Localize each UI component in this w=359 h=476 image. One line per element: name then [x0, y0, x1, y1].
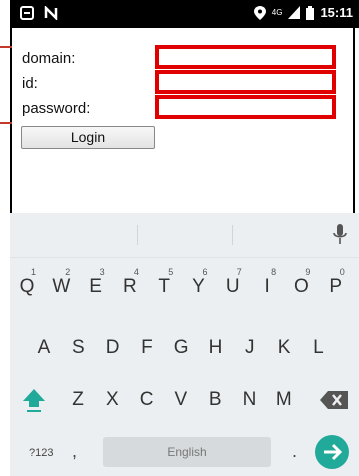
key-l[interactable]: L: [304, 337, 332, 359]
symbols-key[interactable]: ?123: [29, 447, 53, 459]
key-c[interactable]: C: [133, 389, 161, 411]
key-u[interactable]: U: [219, 276, 247, 298]
key-hint-5: 5: [168, 267, 174, 277]
space-bar[interactable]: English: [103, 437, 271, 467]
key-hint-7: 7: [236, 267, 242, 277]
domain-label: domain:: [22, 50, 76, 67]
battery-icon: [306, 5, 315, 20]
right-edge: [353, 28, 359, 218]
key-z[interactable]: Z: [64, 389, 92, 411]
status-right-icons: 4G 15:11: [253, 5, 353, 20]
shift-icon[interactable]: [22, 387, 46, 413]
key-hint-4: 4: [133, 267, 139, 277]
soft-keyboard: Q1W2 E3 R4 T5 Y6 U7 I8O9 P0 ASDFGHJKL ZXCVBNM ?…: [10, 213, 359, 476]
status-bar: 4G 15:11: [10, 0, 359, 28]
key-s[interactable]: S: [64, 337, 92, 359]
key-a[interactable]: A: [30, 337, 58, 359]
key-i[interactable]: I: [253, 276, 281, 298]
microphone-icon[interactable]: [333, 224, 347, 246]
key-g[interactable]: G: [167, 337, 195, 359]
key-f[interactable]: F: [133, 337, 161, 359]
key-e[interactable]: E: [82, 276, 110, 298]
key-n[interactable]: N: [236, 389, 264, 411]
key-hint-8: 8: [271, 267, 277, 277]
key-hint-2: 2: [65, 267, 71, 277]
status-left-icons: [20, 6, 58, 20]
key-r[interactable]: R: [116, 276, 144, 298]
key-d[interactable]: D: [99, 337, 127, 359]
key-k[interactable]: K: [270, 337, 298, 359]
key-hint-6: 6: [202, 267, 208, 277]
key-y[interactable]: Y: [185, 276, 213, 298]
key-p[interactable]: P: [322, 276, 350, 298]
key-b[interactable]: B: [201, 389, 229, 411]
suggestion-divider: [232, 225, 233, 245]
arrow-right-icon: [324, 443, 343, 461]
key-j[interactable]: J: [236, 337, 264, 359]
key-x[interactable]: X: [98, 389, 126, 411]
key-hint-9: 9: [305, 267, 311, 277]
left-border-line: [10, 28, 12, 213]
key-m[interactable]: M: [270, 389, 298, 411]
annotation-bracket-bottom: [0, 122, 12, 124]
key-w[interactable]: W: [47, 276, 75, 298]
location-icon: [253, 5, 266, 20]
login-button[interactable]: Login: [21, 126, 155, 149]
suggestion-divider: [137, 225, 138, 245]
network-type: 4G: [271, 8, 283, 17]
key-v[interactable]: V: [167, 389, 195, 411]
key-q[interactable]: Q: [13, 276, 41, 298]
id-field[interactable]: [155, 70, 336, 94]
key-hint-0: 0: [339, 267, 345, 277]
id-label: id:: [22, 75, 38, 92]
status-time: 15:11: [320, 5, 353, 20]
key-h[interactable]: H: [202, 337, 230, 359]
key-t[interactable]: T: [150, 276, 178, 298]
password-field[interactable]: [155, 95, 336, 119]
app-notification-icon: [20, 6, 34, 20]
nfc-icon: [44, 6, 58, 20]
comma-key[interactable]: ,: [72, 441, 77, 462]
signal-icon: [288, 6, 301, 19]
password-label: password:: [22, 100, 91, 117]
key-o[interactable]: O: [287, 276, 315, 298]
annotation-bracket-top: [0, 46, 12, 48]
enter-button[interactable]: [315, 435, 349, 469]
key-hint-1: 1: [31, 267, 37, 277]
key-hint-3: 3: [99, 267, 105, 277]
left-edge: [0, 28, 10, 476]
suggestion-bar: [10, 213, 359, 258]
period-key[interactable]: .: [292, 441, 297, 462]
app-screen: 4G 15:11 domain: id: password: Login Q1W…: [0, 0, 359, 476]
backspace-icon[interactable]: [320, 391, 348, 409]
domain-field[interactable]: [155, 45, 336, 69]
